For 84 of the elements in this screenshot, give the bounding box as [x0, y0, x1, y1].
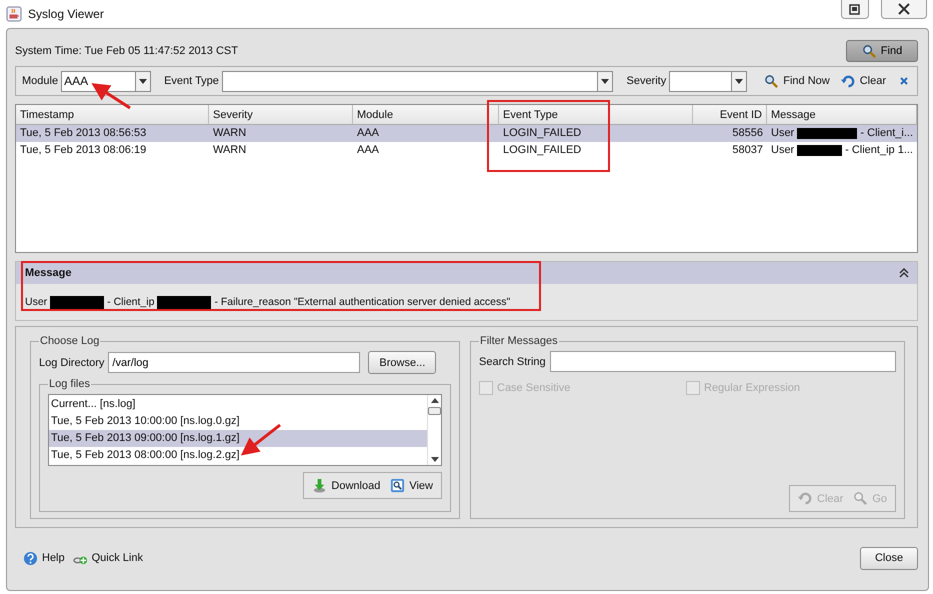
column-header[interactable]: Severity [209, 105, 353, 125]
help-button[interactable]: Help [19, 548, 69, 568]
close-icon [898, 3, 910, 15]
scroll-down-icon[interactable] [430, 457, 438, 462]
redaction-block [157, 296, 212, 308]
redaction-block [797, 145, 842, 156]
restore-icon [849, 3, 861, 15]
table-row[interactable]: Tue, 5 Feb 2013 08:56:53 WARN AAA LOGIN_FAILED 58556 User - Client_i... [16, 125, 917, 142]
table-cell-text: Tue, 5 Feb 2013 08:56:53 [19, 126, 148, 141]
scroll-thumb[interactable] [428, 407, 441, 415]
caret-icon [735, 78, 744, 84]
table-cell-text: 58556 [731, 126, 764, 141]
undo-arrow-icon [840, 74, 856, 88]
message-text: - Failure_reason "External authentication server denied access" [214, 296, 510, 308]
restore-button[interactable] [841, 0, 869, 19]
table-cell-text: LOGIN_FAILED [502, 126, 582, 141]
question-mark-icon [23, 550, 38, 566]
table-cell-text: 58037 [731, 143, 764, 158]
table-row[interactable]: Tue, 5 Feb 2013 08:06:19 WARN AAA LOGIN_FAILED 58037 User - Client_ip 1... [16, 142, 917, 159]
column-header[interactable]: Timestamp [16, 105, 209, 125]
scroll-up-icon[interactable] [430, 398, 438, 403]
group-title: Log files [48, 378, 91, 390]
download-button[interactable]: Download [308, 476, 384, 495]
download-arrow-icon [312, 478, 328, 493]
browse-button[interactable]: Browse... [368, 351, 436, 374]
log-directory-field[interactable]: /var/log [108, 352, 360, 373]
system-time: System Time: Tue Feb 05 11:47:52 2013 CST [15, 45, 238, 57]
column-header[interactable]: Module [353, 105, 499, 125]
message-text: User [25, 296, 48, 308]
window-title: Syslog Viewer [28, 7, 104, 21]
close-window-button[interactable] [881, 0, 927, 19]
magnifier-window-icon [390, 478, 406, 493]
log-file-item[interactable]: Tue, 5 Feb 2013 09:00:00 [ns.log.1.gz] [49, 430, 427, 447]
column-header[interactable]: Message [767, 105, 917, 125]
redaction-block [50, 296, 104, 308]
log-file-item[interactable]: Current... [ns.log] [49, 396, 427, 413]
java-cup-icon [6, 6, 22, 22]
annotation-arrow [240, 424, 281, 456]
module-label: Module [22, 75, 58, 87]
event-type-dropdown[interactable] [222, 70, 614, 92]
caret-icon [139, 78, 148, 84]
message-text: - Client_ip [107, 296, 154, 308]
checkbox-label: Regular Expression [704, 382, 800, 394]
search-icon [862, 44, 877, 58]
column-header[interactable]: Event ID [693, 105, 767, 125]
column-header[interactable]: Event Type [499, 105, 693, 125]
message-panel-title: Message [25, 267, 72, 279]
checkbox-label: Case Sensitive [497, 382, 570, 394]
find-now-button[interactable]: Find Now [760, 72, 834, 90]
clear-button[interactable]: Clear [836, 72, 890, 90]
redaction-block [797, 128, 858, 139]
table-cell-text: AAA [356, 143, 380, 158]
table-cell-text: WARN [212, 143, 248, 158]
group-title: Choose Log [39, 335, 100, 347]
view-button[interactable]: View [386, 476, 437, 495]
message-text: - Client_i... [860, 126, 913, 141]
group-title: Filter Messages [479, 335, 559, 347]
search-icon [764, 74, 780, 88]
table-cell-text: AAA [356, 126, 380, 141]
log-directory-label: Log Directory [39, 356, 104, 368]
table-cell-text: WARN [212, 126, 248, 141]
severity-dropdown[interactable] [669, 70, 748, 92]
search-string-field[interactable] [550, 351, 896, 372]
message-text: - Client_ip 1... [845, 143, 913, 158]
collapse-chevron-icon[interactable] [899, 268, 909, 278]
annotation-arrow [91, 83, 131, 110]
close-button[interactable]: Close [860, 546, 918, 570]
search-icon [853, 491, 868, 506]
table-cell-text: Tue, 5 Feb 2013 08:06:19 [19, 143, 148, 158]
module-dropdown[interactable]: AAA [61, 70, 152, 92]
scrollbar[interactable] [427, 395, 441, 465]
close-icon[interactable] [899, 76, 909, 86]
log-file-item[interactable]: Tue, 5 Feb 2013 08:00:00 [ns.log.2.gz] [49, 447, 427, 464]
severity-label: Severity [626, 75, 666, 87]
search-string-label: Search String [479, 356, 546, 368]
table-cell-text: LOGIN_FAILED [502, 143, 582, 158]
quick-link-button[interactable]: Quick Link [68, 548, 147, 568]
caret-icon [601, 78, 610, 84]
message-text: User [771, 143, 794, 158]
find-button[interactable]: Find [846, 40, 918, 62]
event-type-label: Event Type [164, 75, 219, 87]
log-file-item[interactable]: Tue, 5 Feb 2013 10:00:00 [ns.log.0.gz] [49, 413, 427, 430]
message-text: User [771, 126, 794, 141]
undo-arrow-icon [798, 491, 814, 506]
